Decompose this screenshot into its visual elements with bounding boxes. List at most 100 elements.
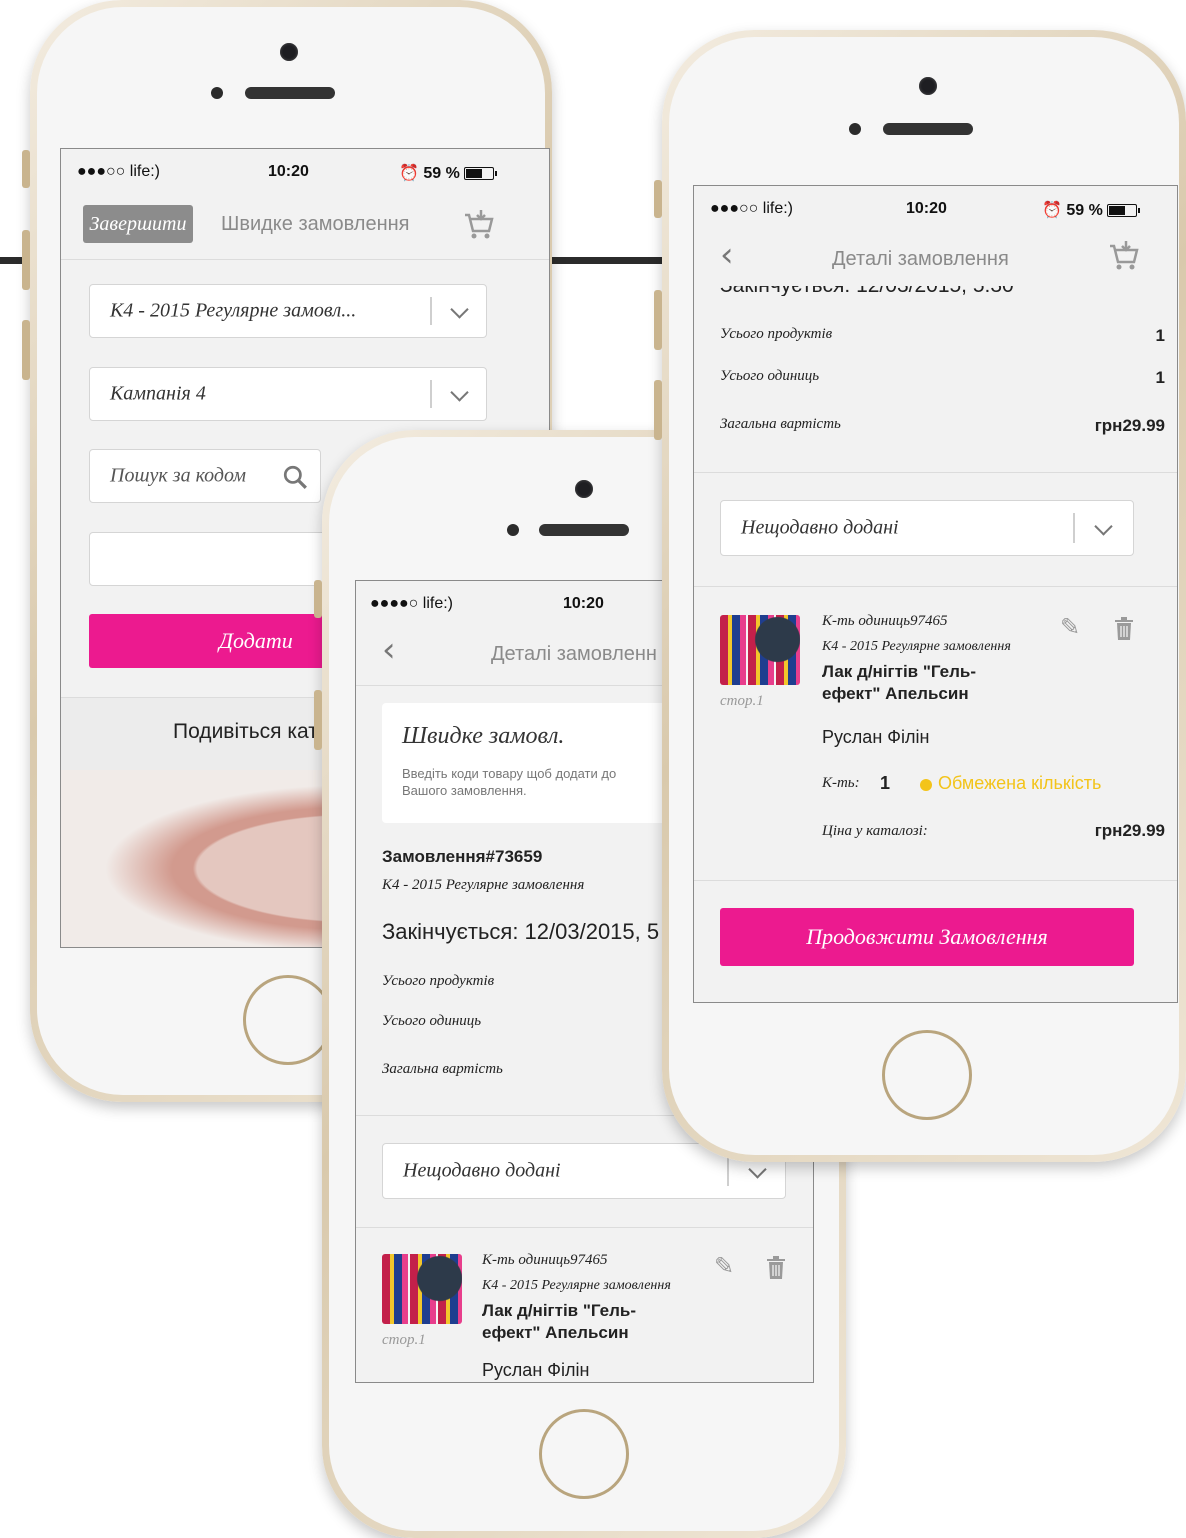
status-bar: ●●●○○ life:) 10:20 ⏰ 59 % <box>694 186 1177 230</box>
total-units-value: 1 <box>1155 368 1165 387</box>
total-products-label: Усього продуктів <box>720 326 833 342</box>
edit-pencil-icon[interactable]: ✎ <box>1060 615 1080 639</box>
clock-text: 10:20 <box>268 163 309 180</box>
carrier-text: ●●●●○ life:) <box>370 595 453 612</box>
campaign-select[interactable]: Кампанія 4 <box>89 367 487 421</box>
recent-select[interactable]: Нещодавно додані <box>720 500 1134 556</box>
total-cost-value: грн29.99 <box>1094 416 1165 435</box>
divider <box>61 259 549 260</box>
search-input[interactable]: Пошук за кодом <box>89 449 321 503</box>
side-button <box>654 180 662 218</box>
chevron-down-icon <box>450 300 469 319</box>
side-button <box>22 150 30 188</box>
home-button[interactable] <box>882 1030 972 1120</box>
item-person: Руслан Філін <box>822 727 930 747</box>
campaign-select-value: Кампанія 4 <box>110 382 206 405</box>
cart-icon[interactable] <box>1106 238 1140 272</box>
nav-bar: Завершити Швидке замовлення <box>61 193 549 257</box>
speaker-grille <box>245 87 335 99</box>
chevron-down-icon <box>1094 517 1113 536</box>
sensor-icon <box>211 87 223 99</box>
recent-select-value: Нещодавно додані <box>403 1159 561 1182</box>
back-chevron-icon[interactable]: ‹ <box>382 633 396 667</box>
order-item[interactable]: стор.1 К-ть одиниць97465 К4 - 2015 Регул… <box>694 587 1177 879</box>
item-price-label: Ціна у каталозі: <box>822 823 928 839</box>
side-button <box>22 320 30 380</box>
trash-icon[interactable] <box>766 1256 786 1280</box>
speaker-grille <box>539 524 629 536</box>
nav-bar: ‹ Деталі замовлення <box>694 230 1177 294</box>
item-order-type: К4 - 2015 Регулярне замовлення <box>822 639 1011 654</box>
item-qty-code: К-ть одиниць97465 <box>482 1252 608 1268</box>
carrier-text: ●●●○○ life:) <box>710 200 793 217</box>
item-person: Руслан Філін <box>482 1360 590 1380</box>
quick-order-title: Швидке замовл. <box>402 723 565 749</box>
chevron-down-icon <box>748 1160 767 1179</box>
item-qty-code: К-ть одиниць97465 <box>822 613 948 629</box>
edit-pencil-icon[interactable]: ✎ <box>714 1254 734 1278</box>
battery-text: ⏰ 59 % <box>1042 200 1140 220</box>
side-button <box>654 380 662 440</box>
divider <box>694 880 1177 881</box>
total-cost-label: Загальна вартість <box>720 416 841 432</box>
item-qty-label: К-ть: <box>822 775 860 791</box>
finish-button[interactable]: Завершити <box>83 205 193 243</box>
select-separator <box>430 297 432 325</box>
screen-right: ●●●○○ life:) 10:20 ⏰ 59 % ‹ Деталі замов… <box>693 185 1178 1003</box>
home-button[interactable] <box>243 975 333 1065</box>
sensor-icon <box>849 123 861 135</box>
continue-order-button[interactable]: Продовжити Замовлення <box>720 908 1134 966</box>
search-placeholder: Пошук за кодом <box>110 464 247 487</box>
battery-icon <box>1106 204 1140 217</box>
total-products-label: Усього продуктів <box>382 973 495 989</box>
carrier-text: ●●●○○ life:) <box>77 163 160 180</box>
recent-select-value: Нещодавно додані <box>741 516 899 539</box>
total-cost-label: Загальна вартість <box>382 1061 503 1077</box>
ends-date: Закінчується: 12/03/2015, 5 <box>382 919 660 944</box>
side-button <box>314 580 322 618</box>
sensor-icon <box>507 524 519 536</box>
home-button[interactable] <box>539 1409 629 1499</box>
order-select[interactable]: К4 - 2015 Регулярне замовл... <box>89 284 487 338</box>
divider <box>694 472 1177 473</box>
item-price-value: грн29.99 <box>1094 821 1165 840</box>
clock-text: 10:20 <box>906 200 947 217</box>
quick-order-hint: Введіть коди товару щоб додати до Вашого… <box>402 766 617 798</box>
front-camera-icon <box>919 77 937 95</box>
clock-text: 10:20 <box>563 595 604 612</box>
background-line-middle <box>548 257 668 264</box>
product-thumbnail <box>720 615 800 685</box>
side-button <box>314 690 322 750</box>
order-select-value: К4 - 2015 Регулярне замовл... <box>110 299 357 322</box>
select-separator <box>1073 513 1075 543</box>
catalog-label: Подивіться кат <box>173 720 318 743</box>
page-title: Швидке замовлення <box>221 213 410 235</box>
select-separator <box>727 1156 729 1186</box>
side-button <box>22 230 30 290</box>
side-button <box>654 290 662 350</box>
item-name: Лак д/нігтів "Гель-ефект" Апельсин <box>822 662 977 703</box>
cart-icon[interactable] <box>461 207 495 241</box>
front-camera-icon <box>575 480 593 498</box>
page-title: Деталі замовленн <box>491 643 657 665</box>
item-page: стор.1 <box>720 693 764 709</box>
order-number: Замовлення#73659 <box>382 847 543 866</box>
limited-dot-icon <box>920 779 932 791</box>
chevron-down-icon <box>450 383 469 402</box>
speaker-grille <box>883 123 973 135</box>
order-item[interactable]: стор.1 К-ть одиниць97465 К4 - 2015 Регул… <box>356 1228 813 1382</box>
total-units-label: Усього одиниць <box>720 368 820 384</box>
item-name: Лак д/нігтів "Гель-ефект" Апельсин <box>482 1301 637 1342</box>
search-icon <box>283 465 307 489</box>
item-order-type: К4 - 2015 Регулярне замовлення <box>482 1278 671 1293</box>
trash-icon[interactable] <box>1114 617 1134 641</box>
phone-right: ●●●○○ life:) 10:20 ⏰ 59 % ‹ Деталі замов… <box>654 30 1186 1162</box>
item-qty-value: 1 <box>880 773 891 793</box>
item-page: стор.1 <box>382 1332 426 1348</box>
status-bar: ●●●○○ life:) 10:20 ⏰ 59 % <box>61 149 549 193</box>
back-chevron-icon[interactable]: ‹ <box>720 238 734 272</box>
battery-text: ⏰ 59 % <box>399 163 497 183</box>
total-units-label: Усього одиниць <box>382 1013 482 1029</box>
select-separator <box>430 380 432 408</box>
total-products-value: 1 <box>1155 326 1165 345</box>
